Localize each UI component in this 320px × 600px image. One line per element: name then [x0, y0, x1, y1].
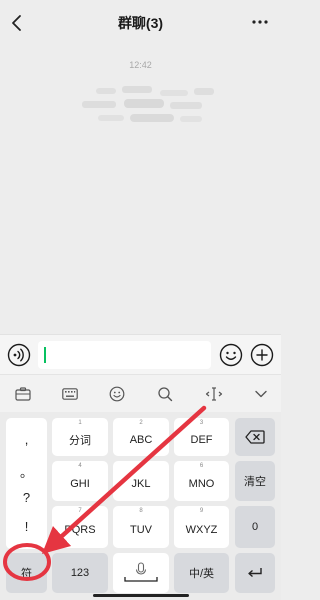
key-4-ghi[interactable]: 4 GHI [52, 461, 108, 501]
voice-icon[interactable] [7, 343, 31, 367]
key-number: 9 [199, 508, 204, 514]
blurred-message [82, 86, 214, 122]
key-zero[interactable]: 0 [235, 506, 275, 548]
backspace-button[interactable] [235, 418, 275, 456]
chevron-left-icon [12, 15, 21, 31]
key-8-tuv[interactable]: 8 TUV [113, 506, 169, 548]
key-5-jkl[interactable]: 5 JKL [113, 461, 169, 501]
key-1-fenci[interactable]: 1 分词 [52, 418, 108, 456]
keyboard: , 。 ? ! 1 分词 2 ABC 3 DEF 4 GHI 5 JKL 6 M… [0, 412, 281, 600]
punctuation-column[interactable]: , 。 ? ! [6, 418, 47, 549]
keyboard-toolbar [0, 374, 281, 412]
toolbox-icon[interactable] [13, 384, 33, 404]
key-label: ABC [129, 433, 153, 446]
numeric-mode-button[interactable]: 123 [52, 553, 108, 593]
search-icon[interactable] [155, 384, 175, 404]
key-number: 7 [78, 508, 82, 514]
cursor-move-icon[interactable] [204, 384, 224, 404]
key-label: JKL [131, 477, 151, 490]
enter-button[interactable] [235, 553, 275, 593]
language-switch-button[interactable]: 中/英 [174, 553, 229, 593]
numeric-label: 123 [70, 567, 90, 579]
key-label: WXYZ [185, 523, 218, 536]
key-label: MNO [188, 477, 215, 490]
keyboard-layout-icon[interactable] [60, 384, 80, 404]
key-6-mno[interactable]: 6 MNO [174, 461, 229, 501]
key-number: 4 [78, 463, 82, 469]
message-timestamp: 12:42 [129, 60, 152, 70]
key-number: 5 [139, 463, 143, 469]
message-input[interactable] [38, 341, 211, 369]
chat-header: 群聊(3) [0, 0, 281, 46]
mic-icon [124, 562, 158, 582]
clear-label: 清空 [244, 476, 266, 488]
punct-period[interactable]: 。 [6, 462, 47, 481]
key-label: TUV [130, 523, 152, 536]
key-number: 8 [139, 508, 143, 514]
emoji-icon[interactable] [219, 343, 243, 367]
backspace-icon [245, 430, 265, 444]
punct-exclamation[interactable]: ! [6, 519, 47, 534]
key-label: 分词 [69, 434, 91, 447]
symbol-label: 符 [21, 568, 32, 580]
key-3-def[interactable]: 3 DEF [174, 418, 229, 456]
zero-label: 0 [251, 521, 259, 533]
key-7-pqrs[interactable]: 7 PQRS [52, 506, 108, 548]
message-input-bar [0, 334, 281, 374]
home-indicator [93, 594, 189, 597]
enter-icon [248, 568, 262, 578]
chevron-down-icon[interactable] [251, 384, 271, 404]
space-button[interactable] [113, 553, 169, 593]
back-button[interactable] [7, 11, 27, 35]
key-label: PQRS [64, 523, 96, 536]
symbol-button[interactable]: 符 [6, 553, 47, 593]
clear-button[interactable]: 清空 [235, 461, 275, 501]
key-number: 6 [199, 463, 204, 469]
punct-question[interactable]: ? [6, 490, 47, 505]
plus-icon[interactable] [250, 343, 274, 367]
key-2-abc[interactable]: 2 ABC [113, 418, 169, 456]
key-label: DEF [190, 433, 213, 446]
more-button[interactable] [249, 12, 271, 32]
key-number: 2 [139, 420, 143, 426]
key-label: GHI [70, 477, 90, 490]
language-label: 中/英 [188, 568, 215, 580]
chat-title: 群聊(3) [117, 15, 164, 31]
text-caret [44, 347, 46, 363]
emoji-face-icon[interactable] [107, 384, 127, 404]
more-dots-icon [252, 20, 268, 24]
key-9-wxyz[interactable]: 9 WXYZ [174, 506, 229, 548]
key-number: 3 [199, 420, 204, 426]
punct-comma[interactable]: , [6, 432, 47, 447]
key-number: 1 [78, 420, 82, 426]
